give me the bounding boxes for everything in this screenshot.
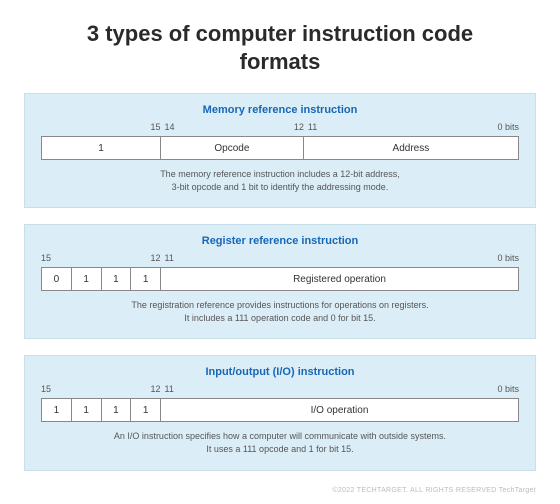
field-bit-1: 1	[72, 399, 102, 421]
field-bit-3: 1	[131, 268, 161, 290]
instruction-fields: 0 1 1 1 Registered operation	[41, 267, 519, 291]
field-bit-2: 1	[102, 268, 132, 290]
panel-title: Input/output (I/O) instruction	[41, 366, 519, 378]
panel-io-instruction: Input/output (I/O) instruction 15 12 11 …	[24, 355, 536, 470]
field-opcode: Opcode	[161, 137, 304, 159]
bit-labels: 15 14 12 11 0 bits	[41, 122, 519, 136]
panel-description: The registration reference provides inst…	[41, 299, 519, 324]
page-title: 3 types of computer instruction code for…	[24, 20, 536, 75]
instruction-fields: 1 1 1 1 I/O operation	[41, 398, 519, 422]
panel-title: Register reference instruction	[41, 235, 519, 247]
field-address: Address	[304, 137, 518, 159]
bit-11: 11	[304, 122, 317, 132]
bit-15: 15	[41, 253, 51, 263]
field-bit-0: 1	[42, 399, 72, 421]
field-bit-1: 1	[72, 268, 102, 290]
bit-0: 0 bits	[497, 253, 519, 263]
field-bit-0: 0	[42, 268, 72, 290]
field-io-operation: I/O operation	[161, 399, 518, 421]
bit-0: 0 bits	[497, 384, 519, 394]
field-bit-3: 1	[131, 399, 161, 421]
panel-description: The memory reference instruction include…	[41, 168, 519, 193]
field-mode-bit: 1	[42, 137, 161, 159]
bit-15: 15	[41, 384, 51, 394]
panel-title: Memory reference instruction	[41, 104, 519, 116]
bit-15: 15	[150, 122, 160, 132]
bit-14: 14	[161, 122, 175, 132]
panel-description: An I/O instruction specifies how a compu…	[41, 430, 519, 455]
bit-12: 12	[294, 122, 304, 132]
field-registered-operation: Registered operation	[161, 268, 518, 290]
bit-0: 0 bits	[497, 122, 519, 132]
bit-12: 12	[150, 384, 160, 394]
field-bit-2: 1	[102, 399, 132, 421]
bit-12: 12	[150, 253, 160, 263]
bit-11: 11	[161, 253, 174, 263]
panel-register-reference: Register reference instruction 15 12 11 …	[24, 224, 536, 339]
copyright-footer: ©2022 TECHTARGET. ALL RIGHTS RESERVED Te…	[24, 487, 536, 494]
bit-11: 11	[161, 384, 174, 394]
panel-memory-reference: Memory reference instruction 15 14 12 11…	[24, 93, 536, 208]
bit-labels: 15 12 11 0 bits	[41, 384, 519, 398]
instruction-fields: 1 Opcode Address	[41, 136, 519, 160]
bit-labels: 15 12 11 0 bits	[41, 253, 519, 267]
